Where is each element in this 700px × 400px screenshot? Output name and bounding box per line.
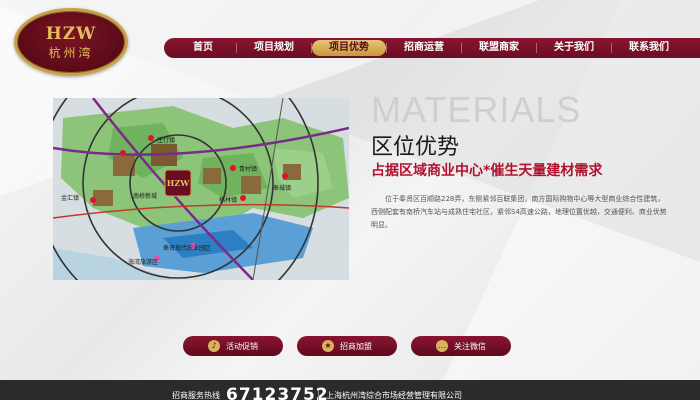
map-label: 奉贤现代农业园区 bbox=[163, 244, 211, 252]
section-description: 位于奉贤区百顺路228弄，东侧紧邻百联集团，南方国际购物中心等大型商业综合性建筑… bbox=[371, 195, 667, 229]
promotions-label: 活动促销 bbox=[226, 341, 258, 351]
microphone-icon: ♪ bbox=[208, 340, 220, 352]
hotline-number[interactable]: 67123752 bbox=[226, 387, 329, 400]
franchise-button[interactable]: ★ 招商加盟 bbox=[297, 336, 397, 356]
map-label: 柘林镇 bbox=[219, 196, 237, 204]
map-label: 庄行镇 bbox=[157, 136, 175, 144]
nav-item-about[interactable]: 关于我们 bbox=[537, 40, 611, 56]
nav-item-partners[interactable]: 联盟商家 bbox=[462, 40, 536, 56]
location-map: HZW 南桥新城 庄行镇 金汇镇 青村镇 奉城镇 柘林镇 奉贤现代农业园区 海湾… bbox=[53, 98, 349, 280]
main-nav: 首页 项目规划 项目优势 招商运营 联盟商家 关于我们 联系我们 bbox=[164, 38, 700, 58]
nav-item-operations[interactable]: 招商运营 bbox=[387, 40, 461, 56]
footer-divider bbox=[318, 390, 319, 400]
section-watermark: MATERIALS bbox=[371, 89, 582, 130]
nav-item-home[interactable]: 首页 bbox=[170, 40, 236, 56]
brand-logo[interactable]: HZW 杭州湾 bbox=[14, 8, 128, 76]
map-label: 青村镇 bbox=[239, 165, 257, 173]
wechat-label: 关注微信 bbox=[454, 341, 486, 351]
franchise-label: 招商加盟 bbox=[340, 341, 372, 351]
hotline-label: 招商服务热线 bbox=[172, 391, 220, 400]
chat-icon: … bbox=[436, 340, 448, 352]
section-slogan: 占据区域商业中心*催生天量建材需求 bbox=[371, 163, 603, 179]
map-graphic: HZW 南桥新城 庄行镇 金汇镇 青村镇 奉城镇 柘林镇 奉贤现代农业园区 海湾… bbox=[53, 98, 349, 280]
map-label: 海湾旅游区 bbox=[128, 258, 158, 266]
map-center-mark: HZW bbox=[167, 178, 190, 188]
wechat-button[interactable]: … 关注微信 bbox=[411, 336, 511, 356]
nav-item-contact[interactable]: 联系我们 bbox=[612, 40, 686, 56]
logo-text: 杭州湾 bbox=[48, 45, 94, 60]
map-label: 奉城镇 bbox=[273, 184, 291, 192]
nav-item-planning[interactable]: 项目规划 bbox=[237, 40, 311, 56]
map-label: 南桥新城 bbox=[133, 192, 157, 200]
logo-mark: HZW bbox=[45, 23, 97, 44]
company-name: 上海杭州湾综合市场经营管理有限公司 bbox=[326, 391, 462, 400]
promotions-button[interactable]: ♪ 活动促销 bbox=[183, 336, 283, 356]
footer: 招商服务热线 67123752 上海杭州湾综合市场经营管理有限公司 bbox=[0, 380, 700, 400]
section-title: 区位优势 bbox=[371, 135, 460, 160]
nav-item-advantages[interactable]: 项目优势 bbox=[312, 40, 386, 56]
medal-icon: ★ bbox=[322, 340, 334, 352]
map-label: 金汇镇 bbox=[61, 194, 79, 202]
